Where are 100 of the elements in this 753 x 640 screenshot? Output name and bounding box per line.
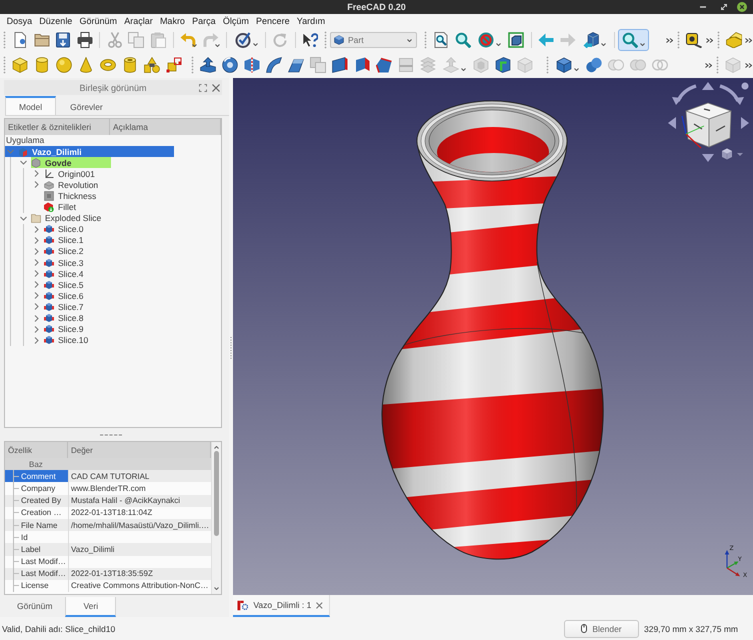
close-icon[interactable]	[737, 2, 747, 12]
menu-item[interactable]: Düzenle	[36, 14, 76, 28]
chevron-right-icon[interactable]	[32, 336, 40, 344]
close-icon[interactable]	[212, 84, 220, 92]
chevron-right-icon[interactable]	[32, 259, 40, 266]
corners-icon[interactable]	[199, 84, 207, 92]
chevron-right-icon[interactable]	[32, 181, 40, 188]
caret-icon[interactable]	[737, 153, 743, 156]
menu-item[interactable]: Yardım	[293, 14, 329, 28]
tree-item[interactable]: Revolution	[31, 179, 102, 190]
minimize-icon[interactable]	[700, 6, 706, 8]
workbench-dropdown[interactable]: Part	[330, 32, 417, 48]
close-icon[interactable]	[316, 602, 323, 608]
chevron-right-icon[interactable]	[32, 292, 40, 300]
scrollbar[interactable]	[211, 442, 221, 594]
scrollbar-thumb[interactable]	[214, 451, 219, 536]
property-name-cell[interactable]: Last Modif…	[5, 568, 68, 580]
property-value-cell[interactable]: Vazo_Dilimli	[68, 543, 211, 556]
chevron-down-icon[interactable]	[20, 159, 26, 166]
toolbar-handle[interactable]	[716, 56, 719, 74]
chevron-right-icon[interactable]	[32, 314, 40, 322]
tree-root-label[interactable]: Uygulama	[5, 135, 221, 146]
property-value-cell[interactable]: /home/mhalil/Masaüstü/Vazo_Dilimli.…	[68, 518, 211, 532]
menu-item[interactable]: Dosya	[3, 14, 36, 28]
property-name-cell[interactable]: Comment	[5, 470, 68, 482]
tree-item[interactable]: Slice.3	[31, 257, 87, 268]
menu-item[interactable]: Parça	[188, 14, 220, 28]
navigation-style-button[interactable]: Blender	[564, 620, 639, 638]
chevron-right-icon[interactable]	[32, 281, 40, 288]
column-header[interactable]: Etiketler & öznitelikleri	[5, 119, 110, 135]
caret-down-icon[interactable]	[214, 587, 219, 590]
property-name-cell[interactable]: Label	[5, 543, 68, 556]
toolbar-handle[interactable]	[677, 31, 680, 49]
property-name-cell[interactable]: Last Modif…	[5, 556, 68, 568]
chevron-down-icon[interactable]	[20, 214, 26, 222]
menu-item[interactable]: Makro	[156, 14, 189, 28]
tab[interactable]: Model	[5, 96, 56, 115]
tree-item[interactable]: Slice.4	[31, 268, 87, 280]
toolbar-handle[interactable]	[3, 56, 6, 74]
tab[interactable]: Veri	[65, 597, 116, 617]
property-value-cell[interactable]	[68, 531, 211, 544]
toolbar-handle[interactable]	[717, 31, 720, 49]
tree-item[interactable]: Origin001	[31, 168, 98, 180]
rotate-arrow-icon[interactable]	[719, 84, 744, 105]
circle-icon[interactable]	[742, 82, 748, 90]
menu-item[interactable]: Araçlar	[120, 14, 156, 28]
chevron-icon	[745, 62, 752, 68]
chevron-right-icon[interactable]	[32, 303, 40, 310]
caret-icon	[461, 68, 466, 71]
tree-item[interactable]: Slice.2	[31, 246, 87, 258]
chevron-right-icon[interactable]	[32, 326, 40, 333]
caret-up-icon[interactable]	[214, 446, 219, 449]
tree-item[interactable]: Slice.8	[31, 312, 87, 324]
property-name-cell[interactable]: Created By	[5, 494, 68, 507]
toolbar-handle[interactable]	[424, 31, 427, 49]
triangle-arrow-icon[interactable]	[702, 154, 714, 162]
property-value-cell[interactable]	[68, 556, 211, 568]
toolbar-handle[interactable]	[324, 31, 327, 49]
toolbar-handle[interactable]	[546, 56, 549, 74]
tree-item[interactable]: Slice.1	[31, 234, 87, 246]
tab[interactable]: Görevler	[56, 96, 117, 115]
tree-item[interactable]: Fillet	[31, 202, 79, 213]
tree-item[interactable]: Slice.7	[31, 301, 87, 312]
maximize-icon[interactable]	[721, 4, 727, 10]
property-group-header[interactable]: Baz	[5, 458, 211, 470]
column-header[interactable]: Açıklama	[110, 119, 221, 135]
chevron-right-icon[interactable]	[32, 226, 40, 233]
chevron-right-icon[interactable]	[32, 236, 40, 244]
tab[interactable]: Görünüm	[4, 597, 66, 617]
chevron-right-icon[interactable]	[32, 270, 40, 278]
tree-item[interactable]: Slice.9	[31, 324, 87, 335]
navigation-cube[interactable]	[681, 102, 732, 148]
splitter-handle[interactable]	[100, 434, 122, 436]
cube-icon[interactable]	[722, 148, 732, 160]
property-name-cell[interactable]: File Name	[5, 518, 68, 532]
property-value-cell[interactable]: 2022-01-13T18:35:59Z	[68, 568, 211, 580]
tree-item[interactable]: Slice.10	[31, 334, 92, 346]
triangle-arrow-icon[interactable]	[702, 82, 714, 90]
tree-item[interactable]: Slice.0	[31, 224, 87, 235]
tree-item[interactable]: Govde	[18, 157, 111, 168]
tree-item[interactable]: Slice.5	[31, 279, 87, 290]
tree-item[interactable]: Thickness	[31, 190, 100, 202]
toolbar-handle[interactable]	[3, 31, 6, 49]
triangle-arrow-icon[interactable]	[668, 117, 676, 129]
triangle-arrow-icon[interactable]	[741, 117, 749, 129]
chevron-right-icon[interactable]	[32, 170, 40, 178]
menu-item[interactable]: Görünüm	[76, 14, 121, 28]
toolbar-handle[interactable]	[191, 56, 194, 74]
splitter-handle[interactable]	[230, 336, 232, 358]
chevron-right-icon[interactable]	[32, 248, 40, 255]
rotate-arrow-icon[interactable]	[672, 84, 697, 105]
menu-item[interactable]: Pencere	[252, 14, 294, 28]
document-tab[interactable]: Vazo_Dilimli : 1	[233, 595, 330, 617]
tree-item[interactable]: Exploded Slice	[18, 212, 104, 224]
property-value-cell[interactable]: CAD CAM TUTORIAL	[68, 470, 211, 482]
tree-item[interactable]: Slice.6	[31, 290, 87, 302]
property-value-cell[interactable]: Mustafa Halil - @AcikKaynakci	[68, 494, 211, 507]
property-name-cell[interactable]: Id	[5, 531, 68, 544]
menu-item[interactable]: Ölçüm	[219, 14, 252, 28]
tree-item[interactable]: Vazo_Dilimli	[5, 146, 174, 158]
